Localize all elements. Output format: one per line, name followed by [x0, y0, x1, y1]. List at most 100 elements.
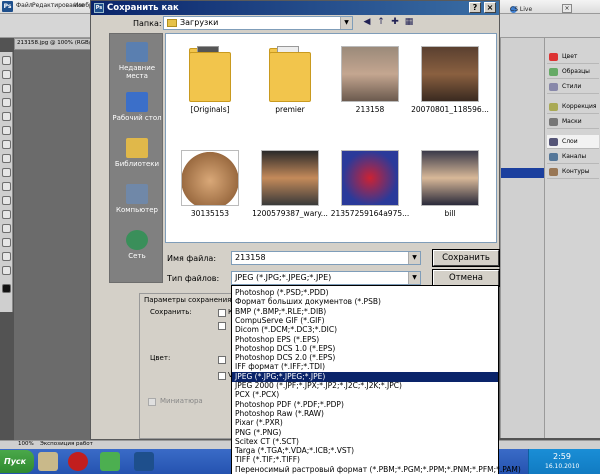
panels-dock: Цвет Образцы Стили Коррекция Маски Слои …: [544, 38, 600, 438]
filename-label: Имя файла:: [167, 254, 217, 263]
eraser-tool-icon[interactable]: [2, 196, 11, 205]
option-checkbox[interactable]: [218, 356, 226, 364]
type-tool-icon[interactable]: [2, 252, 11, 261]
file-item[interactable]: premier: [250, 38, 330, 126]
image-thumbnail: [341, 150, 399, 206]
panel-paths[interactable]: Контуры: [547, 165, 599, 179]
file-item[interactable]: 213158: [330, 38, 410, 126]
new-folder-icon[interactable]: ✚: [389, 16, 401, 28]
clock-time[interactable]: 2:59: [553, 452, 571, 461]
file-item[interactable]: [Originals]: [170, 38, 250, 126]
zoom-readout[interactable]: 100%: [18, 441, 34, 447]
lasso-tool-icon[interactable]: [2, 84, 11, 93]
file-item[interactable]: bill: [410, 142, 490, 230]
stamp-tool-icon[interactable]: [2, 168, 11, 177]
file-item[interactable]: 30135153: [170, 142, 250, 230]
close-icon[interactable]: ×: [484, 2, 496, 13]
panel-masks[interactable]: Маски: [547, 115, 599, 129]
filetype-options-list: Photoshop (*.PSD;*.PDD) Формат больших до…: [231, 285, 521, 474]
image-thumbnail: [181, 150, 239, 206]
place-recent[interactable]: Недавние места: [110, 38, 164, 84]
chevron-down-icon[interactable]: ▼: [408, 272, 420, 284]
menu-file[interactable]: Файл: [16, 2, 33, 9]
brush-tool-icon[interactable]: [2, 154, 11, 163]
file-item[interactable]: 21357259164a975...: [330, 142, 410, 230]
opera-icon[interactable]: [68, 452, 88, 471]
folder-icon: [189, 46, 231, 102]
adjustments-panel-icon: [549, 103, 558, 111]
dialog-title: Сохранить как: [107, 3, 179, 13]
option-checkbox[interactable]: [218, 309, 226, 317]
heal-tool-icon[interactable]: [2, 140, 11, 149]
filename-input[interactable]: 213158 ▼: [231, 251, 421, 265]
save-as-dialog: Ps Сохранить как ? × Папка: Загрузки ▼ ◀…: [90, 0, 521, 474]
save-button[interactable]: Сохранить: [432, 249, 500, 267]
window-controls: _□×: [562, 2, 598, 13]
option-checkbox[interactable]: [218, 322, 226, 330]
help-icon[interactable]: ?: [469, 2, 481, 13]
folder-icon: [269, 46, 311, 102]
filetype-dropdown[interactable]: JPEG (*.JPG;*.JPEG;*.JPE) ▼: [231, 271, 421, 285]
up-folder-icon[interactable]: ↑: [375, 16, 387, 28]
folder-icon: [167, 19, 177, 27]
dialog-titlebar[interactable]: Ps Сохранить как ? ×: [91, 1, 499, 15]
cancel-button[interactable]: Отмена: [432, 269, 500, 287]
panel-adjustments[interactable]: Коррекция: [547, 100, 599, 114]
close-window-icon[interactable]: ×: [562, 4, 572, 13]
filetype-option[interactable]: Переносимый растровый формат (*.PBM;*.PG…: [232, 465, 521, 474]
place-desktop[interactable]: Рабочий стол: [110, 88, 164, 134]
taskbar-folder-icon[interactable]: [38, 452, 58, 471]
history-brush-tool-icon[interactable]: [2, 182, 11, 191]
panel-layers[interactable]: Слои: [547, 135, 599, 149]
styles-panel-icon: [549, 83, 558, 91]
chevron-down-icon[interactable]: ▼: [340, 17, 352, 29]
save-options-label: Сохранить:: [150, 308, 192, 316]
status-text: Экспозиция работ: [40, 441, 93, 447]
dodge-tool-icon[interactable]: [2, 224, 11, 233]
foreground-color-swatch[interactable]: [2, 284, 11, 293]
folder-dropdown[interactable]: Загрузки ▼: [163, 16, 353, 30]
panel-channels[interactable]: Каналы: [547, 150, 599, 164]
place-computer[interactable]: Компьютер: [110, 180, 164, 226]
document-tab[interactable]: 213158.jpg @ 100% (RGB/: [14, 38, 100, 50]
network-icon: [126, 230, 148, 250]
eyedropper-tool-icon[interactable]: [2, 126, 11, 135]
thumbnail-label: Миниатюра: [160, 397, 203, 405]
start-button[interactable]: Пуск: [0, 450, 34, 473]
panel-color[interactable]: Цвет: [547, 50, 599, 64]
libraries-icon: [126, 138, 148, 158]
navigation-toolbar: ◀ ↑ ✚ ▦: [361, 16, 421, 30]
icq-icon[interactable]: [100, 452, 120, 471]
view-menu-icon[interactable]: ▦: [403, 16, 415, 28]
recent-places-icon: [126, 42, 148, 62]
chevron-down-icon[interactable]: ▼: [408, 252, 420, 264]
place-network[interactable]: Сеть: [110, 226, 164, 272]
file-item[interactable]: 1200579387_wary...: [250, 142, 330, 230]
paths-panel-icon: [549, 168, 558, 176]
panel-swatches[interactable]: Образцы: [547, 65, 599, 79]
gradient-tool-icon[interactable]: [2, 210, 11, 219]
params-title: Параметры сохранения: [144, 296, 232, 304]
photoshop-logo-icon: Ps: [2, 1, 13, 12]
back-icon[interactable]: ◀: [361, 16, 373, 28]
pen-tool-icon[interactable]: [2, 238, 11, 247]
image-thumbnail: [341, 46, 399, 102]
panel-styles[interactable]: Стили: [547, 80, 599, 94]
thumbnail-checkbox[interactable]: [148, 398, 156, 406]
image-thumbnail: [261, 150, 319, 206]
place-libraries[interactable]: Библиотеки: [110, 134, 164, 180]
image-thumbnail: [421, 46, 479, 102]
channels-panel-icon: [549, 153, 558, 161]
hand-tool-icon[interactable]: [2, 266, 11, 275]
crop-tool-icon[interactable]: [2, 112, 11, 121]
wand-tool-icon[interactable]: [2, 98, 11, 107]
move-tool-icon[interactable]: [2, 56, 11, 65]
cs-live-button[interactable]: CS Live: [510, 4, 554, 14]
places-bar: Недавние места Рабочий стол Библиотеки К…: [109, 33, 163, 283]
marquee-tool-icon[interactable]: [2, 70, 11, 79]
file-item[interactable]: 20070801_118596...: [410, 38, 490, 126]
image-thumbnail: [421, 150, 479, 206]
dialog-app-icon: Ps: [94, 3, 104, 13]
photoshop-taskbar-icon[interactable]: [134, 452, 154, 471]
option-checkbox[interactable]: [218, 372, 226, 380]
